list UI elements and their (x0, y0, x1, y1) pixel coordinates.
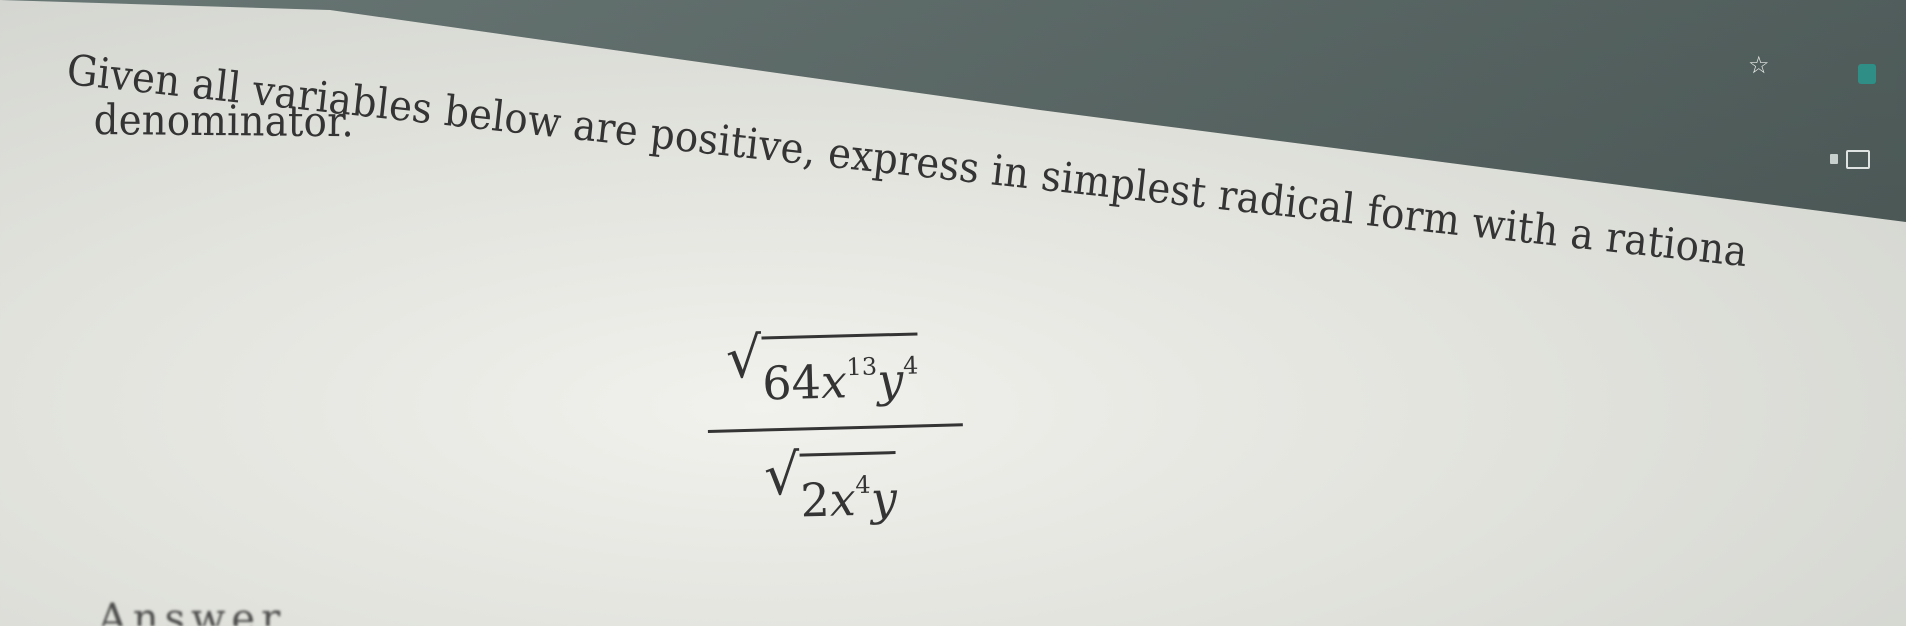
numerator-exponent-x: 13 (846, 352, 878, 382)
question-line-two: denominator. (93, 94, 355, 147)
question-text: Given all variables below are positive, … (65, 44, 1906, 276)
fraction-numerator: √64x13y4 (725, 324, 920, 411)
numerator-radicand: 64x13y4 (761, 332, 920, 411)
denominator-radicand: 2x4y (799, 451, 898, 528)
answer-label: Answer (98, 597, 287, 626)
numerator-variable-x: x (820, 354, 848, 409)
star-icon[interactable]: ☆ (1748, 52, 1774, 78)
fraction-bar (707, 423, 963, 433)
sidebar-tab-icon (1830, 154, 1838, 164)
denominator-variable-x: x (829, 472, 857, 527)
denominator-exponent-x: 4 (854, 470, 871, 500)
denominator-variable-y: y (870, 471, 898, 526)
numerator-coefficient: 64 (761, 354, 822, 411)
radical-sign: √ (725, 325, 763, 392)
numerator-variable-y: y (876, 352, 905, 408)
extension-icon[interactable] (1858, 64, 1876, 84)
folder-icon[interactable] (1846, 150, 1870, 169)
numerator-exponent-y: 4 (902, 351, 919, 380)
radical-sign: √ (763, 442, 801, 509)
denominator-coefficient: 2 (799, 472, 831, 528)
fraction-denominator: √2x4y (763, 442, 898, 528)
